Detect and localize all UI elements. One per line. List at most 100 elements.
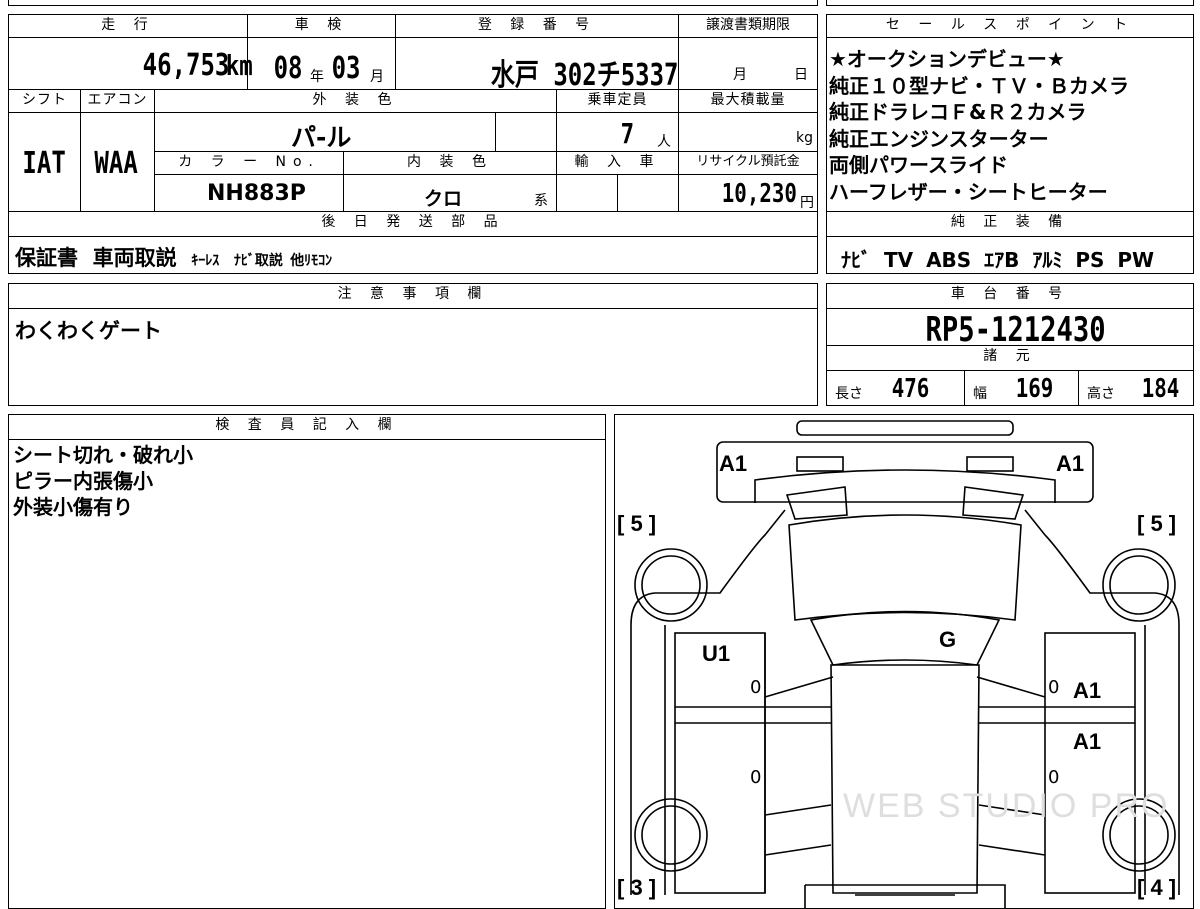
mark-a1-left: A1 [719, 451, 748, 476]
mark-u1: U1 [702, 641, 731, 666]
equipment-item: PW [1117, 248, 1155, 272]
sales-point-line: 両側パワースライド [829, 153, 1008, 177]
length-value: 476 [891, 374, 930, 404]
transfer-day-unit: 日 [794, 67, 808, 83]
max-load-cell: kg [678, 112, 818, 152]
bracket-5-left: [ 5 ] [617, 511, 657, 536]
inspection-month: 03 [331, 51, 361, 86]
sales-point-line: 純正エンジンスターター [829, 126, 1049, 151]
import-cell-b [617, 174, 679, 212]
max-load-unit: kg [796, 130, 813, 146]
height-label: 高さ [1087, 386, 1115, 402]
height-value: 184 [1141, 374, 1180, 404]
inspector-line: ピラー内張傷小 [13, 469, 153, 493]
top-cut-row-right [826, 0, 1194, 6]
width-label: 幅 [973, 386, 987, 402]
inspection-header: 車 検 [247, 14, 396, 38]
registration-header: 登 録 番 号 [395, 14, 679, 38]
registration-cell: 水戸 302チ5337 [395, 37, 679, 93]
sales-points-header: セ ー ル ス ポ イ ン ト [826, 14, 1194, 38]
registration-value: 水戸 302チ5337 [490, 58, 678, 93]
specs-width-cell: 幅 169 [964, 370, 1079, 406]
exterior-color-value: パ-ル [291, 123, 352, 152]
mileage-header: 走 行 [8, 14, 248, 38]
equipment-item: PS [1075, 248, 1105, 272]
equipment-item: TV [883, 248, 914, 272]
notes-cell: わくわくゲート [8, 308, 818, 406]
specs-height-cell: 高さ 184 [1078, 370, 1194, 406]
aircon-header: エアコン [80, 89, 155, 113]
specs-header: 諸 元 [826, 345, 1194, 371]
later-parts-cell: 保証書 車両取説 ｷｰﾚｽ ﾅﾋﾞ取説 他ﾘﾓｺﾝ [8, 236, 818, 274]
import-cell-a [556, 174, 618, 212]
exterior-color-extra [495, 112, 557, 152]
later-part-item: 車両取説 [92, 246, 177, 270]
sales-point-line: 純正ドラレコＦ&Ｒ２カメラ [829, 100, 1087, 124]
equipment-item: ｴｱB [984, 248, 1020, 272]
sales-points-list: ★オークションデビュー★ 純正１０型ナビ・ＴＶ・Ｂカメラ 純正ドラレコＦ&Ｒ２カ… [829, 46, 1129, 205]
capacity-unit: 人 [657, 134, 671, 150]
recycle-unit: 円 [800, 195, 814, 211]
later-part-item: ｷｰﾚｽ [191, 253, 220, 269]
transfer-month-unit: 月 [733, 67, 747, 83]
mark-a1-right-door-rear: A1 [1073, 729, 1102, 754]
exterior-color-cell: パ-ル [154, 112, 496, 152]
sales-point-line: ハーフレザー・シートヒーター [829, 179, 1108, 204]
inspection-cell: 08 年 03 月 [247, 37, 396, 90]
sales-point-line: ★オークションデビュー★ [829, 47, 1065, 71]
color-no-cell: NH883P [154, 174, 344, 212]
equipment-item: ﾅﾋﾞ [841, 248, 871, 272]
sales-point-line: 純正１０型ナビ・ＴＶ・Ｂカメラ [829, 73, 1129, 98]
inspection-year: 08 [273, 51, 303, 86]
later-part-item: ﾅﾋﾞ取説 [233, 253, 283, 269]
bracket-5-right: [ 5 ] [1137, 511, 1177, 536]
mark-a1-right-door-front: A1 [1073, 678, 1102, 703]
notes-header: 注 意 事 項 欄 [8, 283, 818, 309]
import-header: 輸 入 車 [556, 151, 679, 175]
later-part-item: 他ﾘﾓｺﾝ [290, 253, 333, 269]
width-value: 169 [1015, 374, 1054, 404]
aircon-value: WAA [94, 146, 138, 181]
inspection-year-unit: 年 [310, 69, 324, 85]
equipment-cell: ﾅﾋﾞ TV ABS ｴｱB ｱﾙﾐ PS PW [826, 236, 1194, 274]
inspector-cell: シート切れ・破れ小 ピラー内張傷小 外装小傷有り [8, 439, 606, 909]
exterior-color-header: 外 装 色 [154, 89, 557, 113]
notes-text: わくわくゲート [15, 319, 162, 343]
interior-color-unit: 系 [534, 193, 548, 209]
later-parts-list: 保証書 車両取説 ｷｰﾚｽ ﾅﾋﾞ取説 他ﾘﾓｺﾝ [15, 242, 332, 272]
inspector-line: シート切れ・破れ小 [13, 443, 193, 467]
length-label: 長さ [835, 386, 863, 402]
bracket-4: [ 4 ] [1137, 875, 1177, 900]
inspector-lines: シート切れ・破れ小 ピラー内張傷小 外装小傷有り [13, 442, 193, 520]
chassis-header: 車 台 番 号 [826, 283, 1194, 309]
equipment-item: ABS [926, 248, 972, 272]
zero-2: 0 [1048, 677, 1060, 698]
chassis-value: RP5-1212430 [925, 310, 1106, 350]
capacity-cell: 7 人 [556, 112, 679, 152]
shift-cell: IAT [8, 112, 81, 212]
recycle-value: 10,230 [721, 179, 797, 209]
color-no-header: カ ラ ー No. [154, 151, 344, 175]
recycle-cell: 10,230 円 [678, 174, 818, 212]
equipment-item: ｱﾙﾐ [1032, 248, 1063, 272]
transfer-deadline-cell: 月 日 [678, 37, 818, 90]
interior-color-cell: クロ 系 [343, 174, 557, 212]
inspector-line: 外装小傷有り [13, 495, 133, 519]
inspection-month-unit: 月 [370, 69, 384, 85]
capacity-value: 7 [620, 117, 635, 150]
chassis-cell: RP5-1212430 [826, 308, 1194, 350]
color-no-value: NH883P [207, 181, 306, 206]
watermark: WEB STUDIO PRO [843, 787, 1170, 825]
recycle-header: リサイクル預託金 [678, 151, 818, 175]
zero-4: 0 [1048, 767, 1060, 788]
equipment-header: 純 正 装 備 [826, 211, 1194, 237]
shift-value: IAT [22, 146, 66, 181]
later-part-item: 保証書 [15, 246, 78, 270]
mark-g: G [939, 627, 957, 652]
bracket-3: [ 3 ] [617, 875, 657, 900]
capacity-header: 乗車定員 [556, 89, 679, 113]
top-cut-row [8, 0, 818, 6]
mileage-value: 46,753 [142, 48, 229, 83]
interior-color-value: クロ [424, 188, 463, 210]
zero-1: 0 [750, 677, 762, 698]
